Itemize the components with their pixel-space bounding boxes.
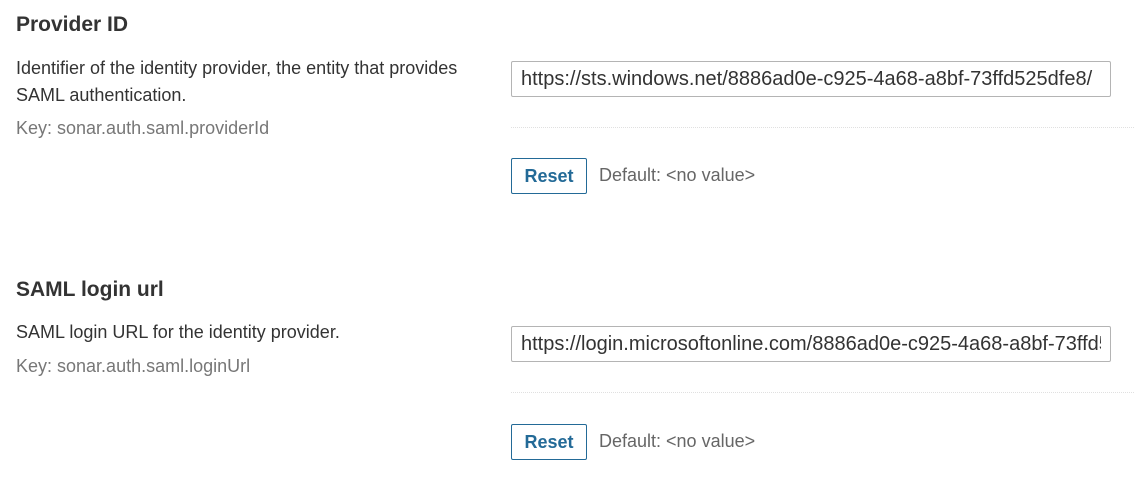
setting-description: Identifier of the identity provider, the… [16, 58, 458, 105]
setting-title: SAML login url [16, 278, 164, 301]
default-value-text: Default: <no value> [599, 165, 756, 185]
login-url-input[interactable] [511, 326, 1111, 362]
setting-title: Provider ID [16, 13, 129, 36]
setting-description: SAML login URL for the identity provider… [16, 322, 340, 342]
provider-id-input[interactable] [511, 61, 1111, 97]
setting-key: Key: sonar.auth.saml.loginUrl [16, 356, 251, 376]
setting-key: Key: sonar.auth.saml.providerId [16, 118, 270, 138]
divider [511, 392, 1134, 393]
default-value-text: Default: <no value> [599, 431, 756, 451]
reset-button[interactable]: Reset [511, 424, 587, 460]
divider [511, 127, 1134, 128]
reset-button[interactable]: Reset [511, 158, 587, 194]
